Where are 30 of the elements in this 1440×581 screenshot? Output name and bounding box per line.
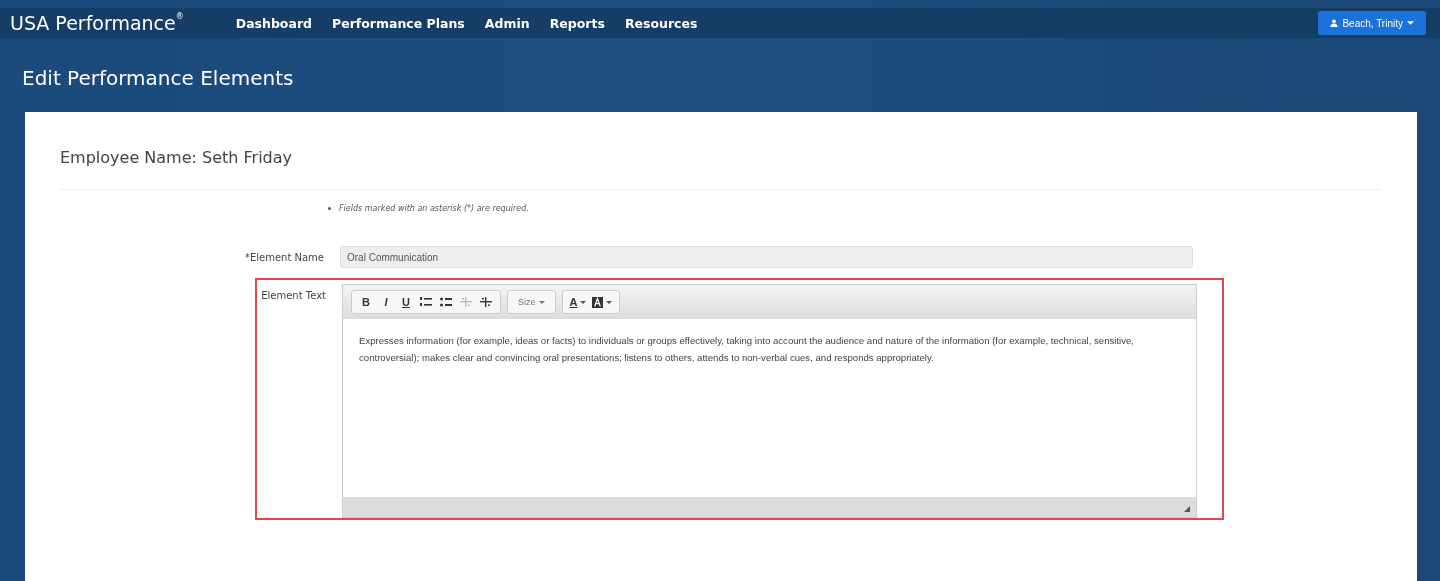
caret-icon <box>538 300 545 304</box>
bold-button[interactable]: B <box>356 291 376 313</box>
required-note: Fields marked with an asterisk (*) are required. <box>339 204 529 213</box>
required-asterisk: * <box>244 251 250 263</box>
nav-link[interactable]: Dashboard <box>235 15 312 31</box>
underline-button[interactable]: U <box>396 291 416 313</box>
editor-text: Expresses information (for example, ideas or facts) to individuals or groups effectively, taking into account the audience and nature of the information (for example, technical, sensitive, controversial); makes clear and convincing oral presentations; listens to others, attends to non-verbal cues, and responds appropriately. <box>358 334 1135 365</box>
label-text: Element Name <box>249 251 324 263</box>
caret-icon <box>606 300 613 304</box>
employee-name: Employee Name: Seth Friday <box>60 148 293 167</box>
page-title: Edit Performance Elements <box>21 65 295 92</box>
user-icon <box>1330 19 1339 27</box>
brand-logo[interactable]: USA Performance$^{®}$ <box>10 12 184 34</box>
user-menu-button[interactable]: Beach, Trinity <box>1318 11 1426 35</box>
resize-handle-icon[interactable] <box>1184 506 1190 512</box>
bullet-list-icon <box>440 297 452 307</box>
caret-icon <box>580 300 587 304</box>
numbered-list-icon <box>420 297 432 307</box>
italic-button[interactable]: I <box>376 291 396 313</box>
field-label: Element Text <box>260 289 327 301</box>
highlight-color-icon <box>592 296 604 308</box>
nav-link[interactable]: Reports <box>549 15 605 31</box>
caret-icon <box>1407 21 1414 25</box>
nav-link[interactable]: Resources <box>624 15 698 31</box>
outdent-icon <box>460 297 472 307</box>
indent-icon <box>480 297 492 307</box>
nav-link[interactable]: Performance Plans <box>332 15 465 31</box>
bullet-icon <box>328 207 331 210</box>
element-name-field[interactable]: Oral Communication <box>340 246 1193 268</box>
nav-link[interactable]: Admin <box>484 15 530 31</box>
